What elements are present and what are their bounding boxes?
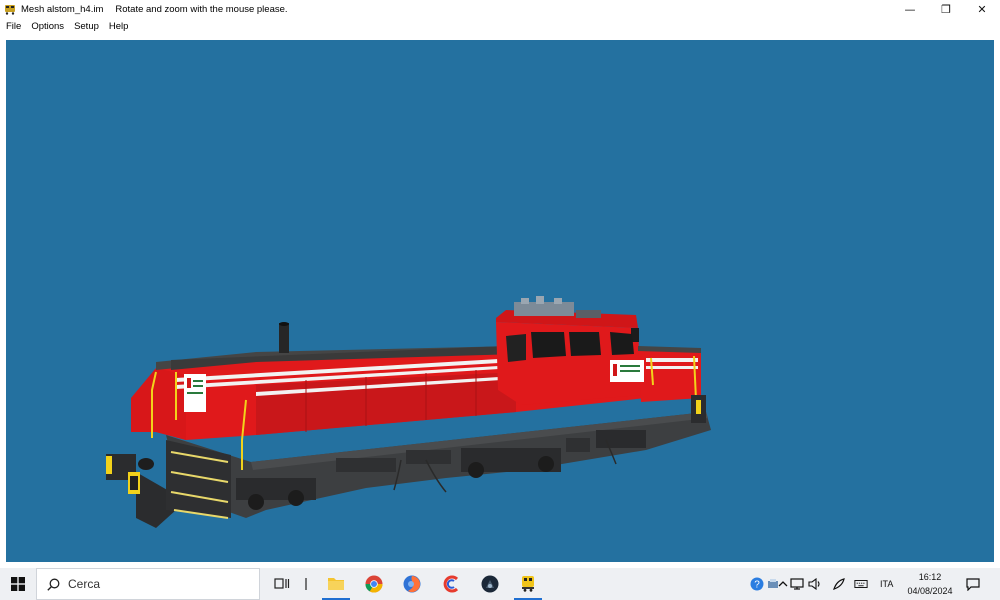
- help-icon: ?: [750, 577, 764, 591]
- menu-bar: File Options Setup Help: [0, 18, 1000, 36]
- speaker-icon: [808, 578, 820, 590]
- steam-icon: [481, 575, 499, 593]
- search-icon: [47, 578, 60, 591]
- menu-help[interactable]: Help: [104, 18, 134, 36]
- locomotive-model: [106, 296, 711, 528]
- chrome-icon: [365, 575, 383, 593]
- input-language[interactable]: ITA: [880, 568, 893, 600]
- title-bar: Mesh alstom_h4.im Rotate and zoom with t…: [0, 0, 1000, 18]
- clock-date: 04/08/2024: [907, 586, 953, 596]
- minimize-icon: —: [904, 2, 916, 16]
- maximize-button[interactable]: ❐: [928, 0, 964, 18]
- window-hint: Rotate and zoom with the mouse please.: [115, 3, 288, 15]
- clock-time: 16:12: [918, 572, 942, 582]
- taskbar-file-explorer[interactable]: [322, 568, 350, 600]
- search-placeholder: Cerca: [68, 577, 101, 591]
- chevron-up-icon: [778, 581, 788, 587]
- close-button[interactable]: ✕: [964, 0, 1000, 18]
- menu-setup[interactable]: Setup: [69, 18, 104, 36]
- task-view-icon: [274, 578, 290, 589]
- windows-icon: [11, 577, 25, 591]
- taskbar-train-app[interactable]: [514, 568, 542, 600]
- 3d-viewport[interactable]: [6, 40, 994, 562]
- restore-icon: ❐: [941, 2, 951, 16]
- tray-network[interactable]: [790, 576, 804, 592]
- window-title: Mesh alstom_h4.im: [21, 3, 104, 15]
- tray-help[interactable]: ?: [750, 576, 764, 592]
- ccleaner-icon: [443, 575, 459, 593]
- system-clock[interactable]: 16:12 04/08/2024: [904, 570, 956, 598]
- search-box[interactable]: Cerca: [36, 568, 260, 600]
- divider-icon: [305, 578, 307, 590]
- tray-keyboard[interactable]: [854, 576, 868, 592]
- tray-volume[interactable]: [808, 576, 822, 592]
- app-icon: [5, 5, 15, 15]
- minimize-button[interactable]: —: [892, 0, 928, 18]
- keyboard-icon: [854, 580, 868, 588]
- close-icon: ✕: [977, 2, 987, 16]
- firefox-icon: [403, 575, 421, 593]
- taskbar-steam[interactable]: [476, 568, 504, 600]
- network-icon: [790, 578, 804, 590]
- menu-options[interactable]: Options: [26, 18, 69, 36]
- taskbar-firefox[interactable]: [398, 568, 426, 600]
- pen-icon: [833, 578, 845, 590]
- notification-icon: [966, 577, 980, 591]
- tray-pen[interactable]: [832, 576, 846, 592]
- taskbar-chrome[interactable]: [360, 568, 388, 600]
- file-explorer-icon: [328, 578, 344, 590]
- svg-text:?: ?: [754, 580, 760, 591]
- pinned-separator: [292, 568, 320, 600]
- menu-file[interactable]: File: [0, 18, 26, 36]
- notifications-button[interactable]: [966, 576, 980, 592]
- train-app-icon: [522, 576, 534, 592]
- tray-show-hidden[interactable]: [776, 576, 790, 592]
- start-button[interactable]: [0, 568, 36, 600]
- taskbar-ccleaner[interactable]: [438, 568, 466, 600]
